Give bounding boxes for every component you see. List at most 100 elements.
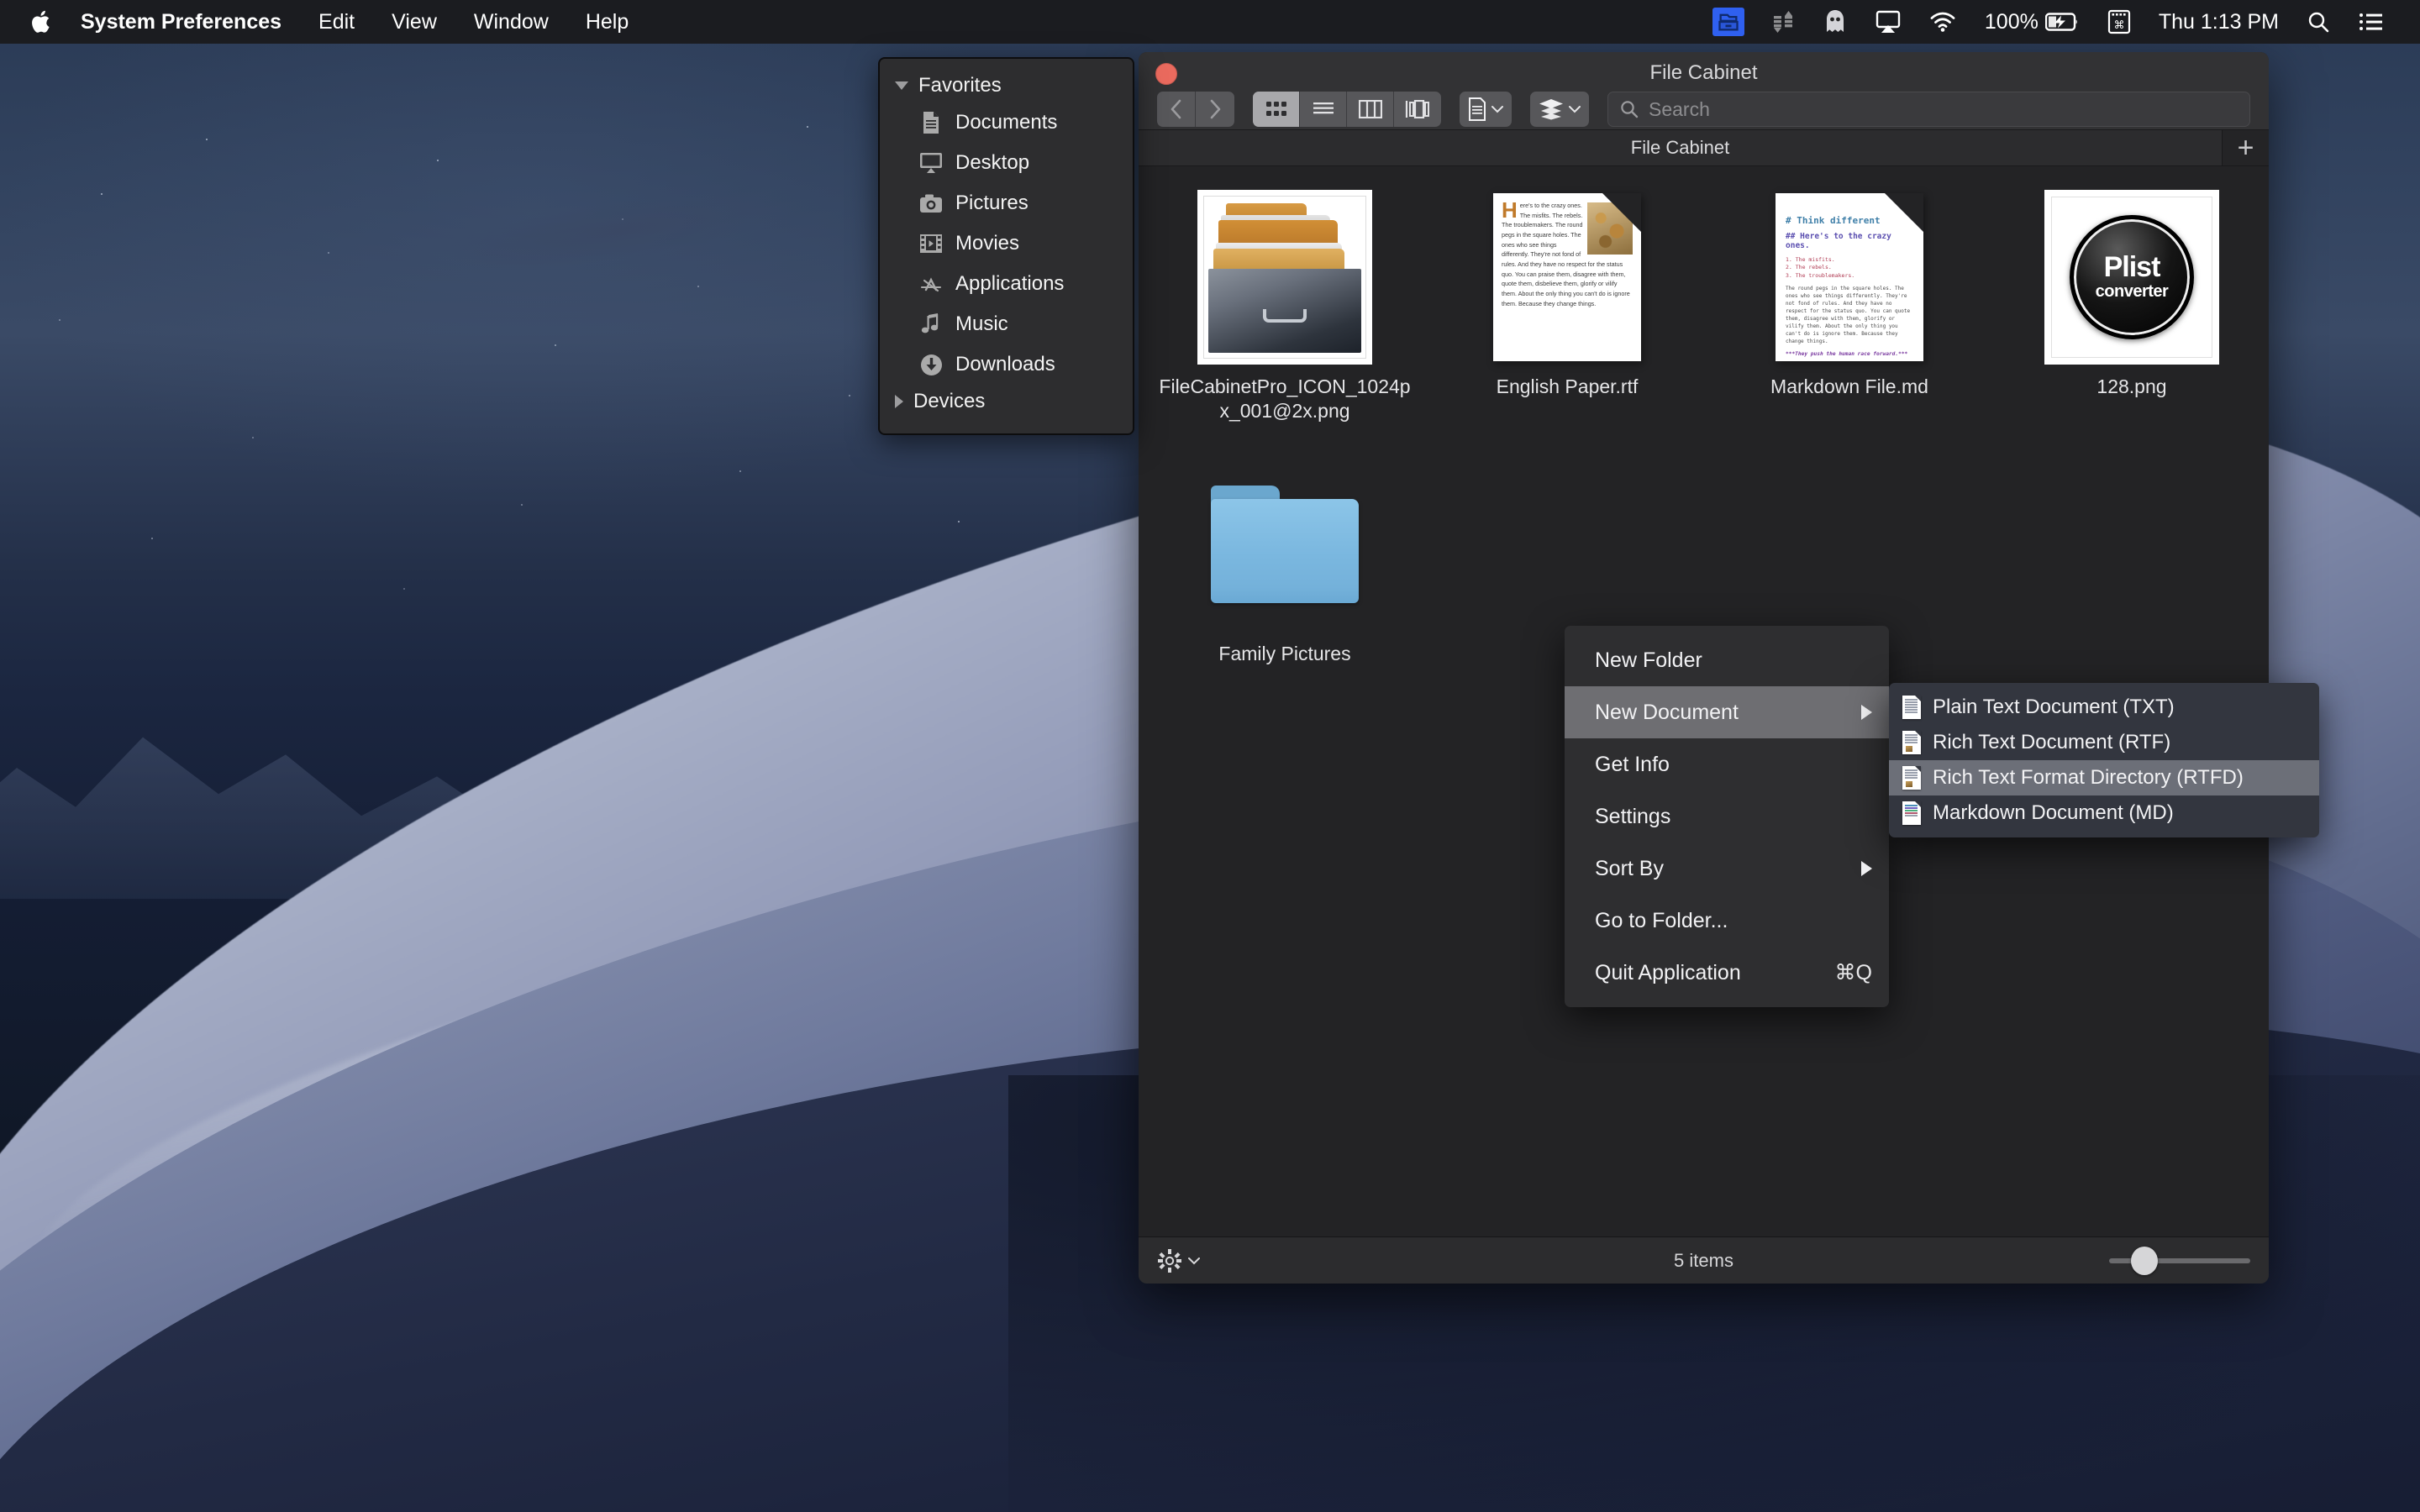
sidebar-item-music[interactable]: Music xyxy=(880,304,1133,344)
md-list-item: 1. The misfits. xyxy=(1786,256,1835,263)
keyboard-input-icon[interactable]: ⌘ xyxy=(2093,0,2145,44)
context-menu-item-sort-by[interactable]: Sort By xyxy=(1565,843,1889,895)
markdown-file-icon xyxy=(1902,801,1921,825)
apple-logo-icon[interactable] xyxy=(22,8,62,35)
md-paragraph: The round pegs in the square holes. The … xyxy=(1786,286,1911,345)
context-menu-item-go-to-folder[interactable]: Go to Folder... xyxy=(1565,895,1889,947)
context-menu-item-quit-application[interactable]: Quit Application ⌘Q xyxy=(1565,947,1889,999)
transfer-arrows-icon[interactable] xyxy=(1759,0,1809,44)
sidebar-item-movies[interactable]: Movies xyxy=(880,223,1133,264)
arrange-action-button[interactable] xyxy=(1530,92,1589,127)
gallery-view-button[interactable] xyxy=(1394,92,1441,127)
chevron-down-icon xyxy=(1491,106,1503,113)
md-list-item: 3. The troublemakers. xyxy=(1786,271,1855,279)
file-item[interactable]: FileCabinetPro_ICON_1024px_001@2x.png xyxy=(1144,188,1426,423)
view-mode-segment xyxy=(1253,92,1441,127)
camera-icon xyxy=(918,191,944,216)
ghost-icon[interactable] xyxy=(1809,0,1861,44)
file-cabinet-thumb xyxy=(1196,188,1374,366)
column-view-button[interactable] xyxy=(1347,92,1394,127)
sidebar-item-downloads[interactable]: Downloads xyxy=(880,344,1133,385)
app-store-icon xyxy=(918,271,944,297)
file-item[interactable]: Family Pictures xyxy=(1144,455,1426,666)
sidebar-item-desktop[interactable]: Desktop xyxy=(880,143,1133,183)
navigation-segment xyxy=(1157,92,1234,127)
menu-item-window[interactable]: Window xyxy=(455,0,567,44)
menu-bar-status-area: 100% ⌘ Thu 1:13 PM xyxy=(1698,0,2420,44)
context-menu-item-settings[interactable]: Settings xyxy=(1565,790,1889,843)
submenu-item-label: Rich Text Format Directory (RTFD) xyxy=(1933,766,2244,789)
sidebar-group-devices[interactable]: Devices xyxy=(880,385,1133,418)
file-item[interactable]: # Think different ## Here's to the crazy… xyxy=(1708,188,1991,423)
sidebar-item-label: Applications xyxy=(955,272,1065,295)
context-menu-item-new-document[interactable]: New Document xyxy=(1565,686,1889,738)
sidebar-item-label: Pictures xyxy=(955,192,1028,214)
submenu-arrow-icon xyxy=(1861,861,1872,876)
file-item[interactable]: Plist converter 128.png xyxy=(1991,188,2269,423)
submenu-item-rich-text[interactable]: Rich Text Document (RTF) xyxy=(1889,725,2319,760)
icon-size-slider[interactable] xyxy=(2109,1246,2250,1275)
menu-item-help[interactable]: Help xyxy=(567,0,647,44)
submenu-arrow-icon xyxy=(1861,705,1872,720)
sidebar-item-documents[interactable]: Documents xyxy=(880,102,1133,143)
context-menu-item-get-info[interactable]: Get Info xyxy=(1565,738,1889,790)
context-menu-item-new-folder[interactable]: New Folder xyxy=(1565,634,1889,686)
file-cabinet-menu-icon[interactable] xyxy=(1698,0,1759,44)
rtfd-file-icon xyxy=(1902,766,1921,790)
file-name: 128.png xyxy=(2096,375,2167,397)
sidebar-group-label: Favorites xyxy=(918,74,1002,97)
menu-item-view[interactable]: View xyxy=(373,0,455,44)
submenu-item-label: Rich Text Document (RTF) xyxy=(1933,731,2171,753)
icon-grid: FileCabinetPro_ICON_1024px_001@2x.png H … xyxy=(1139,188,2269,665)
submenu-item-label: Markdown Document (MD) xyxy=(1933,801,2174,824)
context-menu-item-label: Settings xyxy=(1595,804,1671,828)
action-gear-button[interactable] xyxy=(1157,1248,1200,1273)
airplay-icon[interactable] xyxy=(1861,0,1915,44)
new-tab-button[interactable]: + xyxy=(2222,130,2269,165)
context-menu-item-label: Sort By xyxy=(1595,856,1664,880)
menu-app-name[interactable]: System Preferences xyxy=(62,0,300,44)
submenu-item-markdown[interactable]: Markdown Document (MD) xyxy=(1889,795,2319,831)
chevron-down-icon xyxy=(895,81,908,90)
new-document-submenu: Plain Text Document (TXT) Rich Text Docu… xyxy=(1889,683,2319,837)
search-icon[interactable] xyxy=(2292,0,2344,44)
music-note-icon xyxy=(918,312,944,337)
md-h2: ## Here's to the crazy ones. xyxy=(1786,232,1891,250)
context-menu-item-label: New Document xyxy=(1595,700,1739,724)
rtf-preview-thumb: H ere's to the crazy ones. The misfits. … xyxy=(1478,188,1656,366)
file-name: Markdown File.md xyxy=(1770,375,1928,397)
battery-percent-label: 100% xyxy=(1984,9,2039,34)
sidebar-item-applications[interactable]: Applications xyxy=(880,264,1133,304)
menu-clock[interactable]: Thu 1:13 PM xyxy=(2145,0,2292,44)
sidebar-item-label: Documents xyxy=(955,111,1058,134)
film-icon xyxy=(918,231,944,256)
context-menu-item-label: Quit Application xyxy=(1595,960,1741,984)
sidebar-item-pictures[interactable]: Pictures xyxy=(880,183,1133,223)
submenu-item-rtfd[interactable]: Rich Text Format Directory (RTFD) xyxy=(1889,760,2319,795)
text-file-icon xyxy=(1902,696,1921,719)
chevron-down-icon xyxy=(1569,106,1581,113)
back-button[interactable] xyxy=(1157,92,1196,127)
list-view-button[interactable] xyxy=(1300,92,1347,127)
file-item[interactable]: H ere's to the crazy ones. The misfits. … xyxy=(1426,188,1708,423)
context-menu-item-label: Get Info xyxy=(1595,752,1670,776)
submenu-item-plain-text[interactable]: Plain Text Document (TXT) xyxy=(1889,690,2319,725)
search-input[interactable]: Search xyxy=(1649,98,1710,121)
finder-status-bar: 5 items xyxy=(1139,1236,2269,1284)
tab-file-cabinet[interactable]: File Cabinet xyxy=(1139,130,2222,165)
wifi-icon[interactable] xyxy=(1915,0,1970,44)
icon-view-button[interactable] xyxy=(1253,92,1300,127)
finder-toolbar: Search xyxy=(1139,89,2269,129)
finder-tab-bar: File Cabinet + xyxy=(1139,129,2269,166)
slider-knob[interactable] xyxy=(2131,1246,2158,1275)
rtf-file-icon xyxy=(1902,731,1921,754)
battery-charging-icon[interactable] xyxy=(2044,0,2093,44)
md-list-item: 2. The rebels. xyxy=(1786,264,1832,271)
forward-button[interactable] xyxy=(1196,92,1234,127)
search-icon xyxy=(1621,101,1639,118)
menu-item-edit[interactable]: Edit xyxy=(300,0,373,44)
sidebar-group-favorites[interactable]: Favorites xyxy=(880,69,1133,102)
search-field[interactable]: Search xyxy=(1607,92,2250,127)
control-center-list-icon[interactable] xyxy=(2344,0,2398,44)
document-action-button[interactable] xyxy=(1460,92,1512,127)
